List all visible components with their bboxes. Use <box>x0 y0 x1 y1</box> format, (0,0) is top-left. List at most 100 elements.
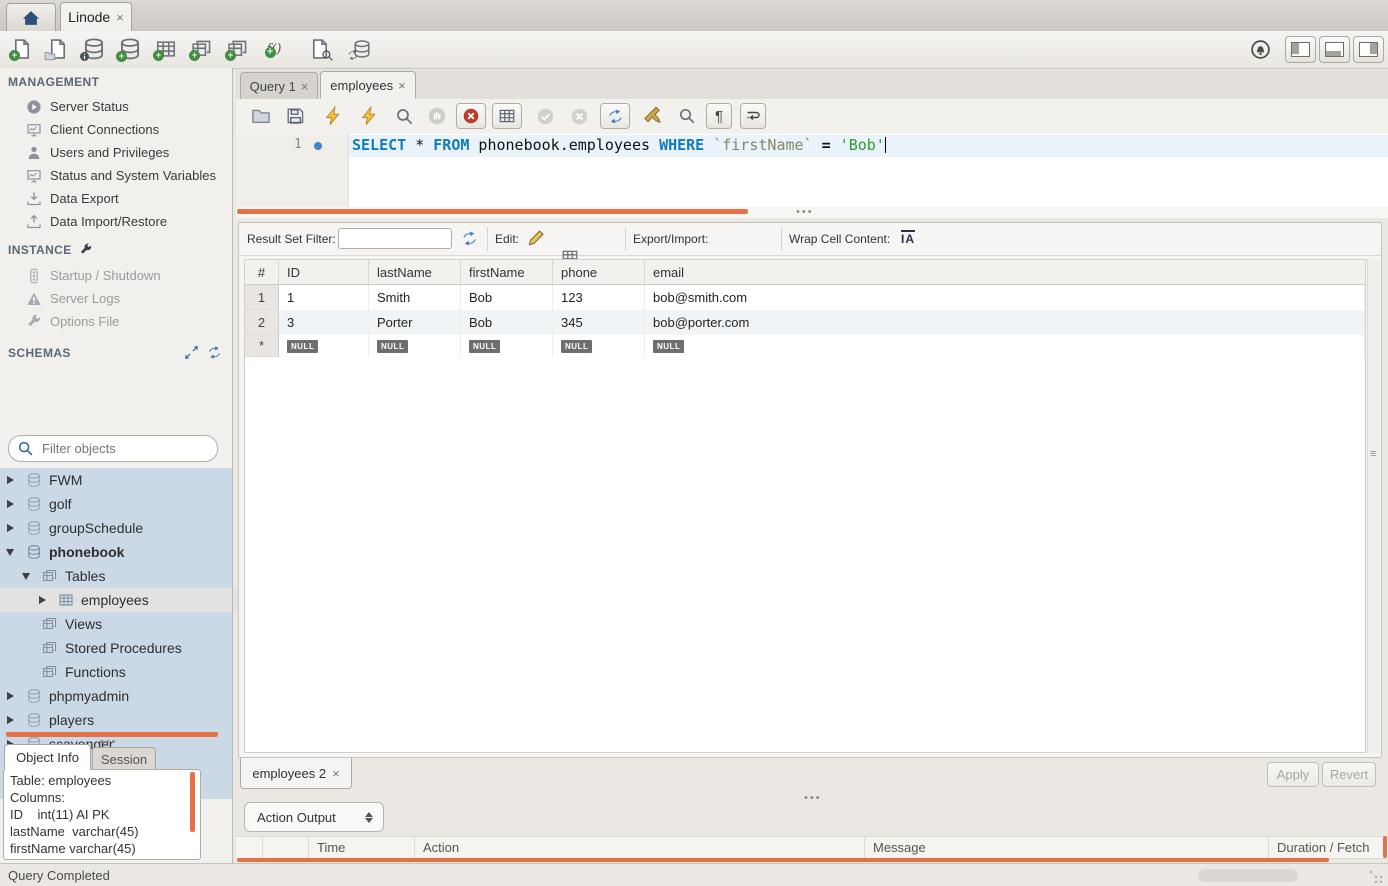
apply-button[interactable]: Apply <box>1267 762 1319 787</box>
cell-id[interactable]: 1 <box>279 285 369 310</box>
toggle-right-panel-button[interactable] <box>1353 36 1384 63</box>
statusbar-scrollbar-thumb[interactable] <box>1198 869 1298 882</box>
sidebar-item-users-privileges[interactable]: Users and Privileges <box>0 141 232 164</box>
execute-query-button[interactable] <box>320 103 346 129</box>
cell-id[interactable]: 3 <box>279 310 369 335</box>
schema-tree-item-tables[interactable]: Tables <box>0 564 248 588</box>
schema-inspector-button[interactable] <box>80 35 108 63</box>
cell-lastname[interactable]: Smith <box>369 285 461 310</box>
cell-null[interactable]: NULL <box>645 335 1365 357</box>
sidebar-item-options-file[interactable]: Options File <box>0 310 232 333</box>
sidebar-item-status-system-variables[interactable]: Status and System Variables <box>0 164 232 187</box>
chevron-right-icon[interactable] <box>7 524 14 532</box>
open-sql-script-button[interactable] <box>44 35 72 63</box>
cell-null[interactable]: NULL <box>553 335 645 357</box>
tab-session[interactable]: Session <box>92 747 156 770</box>
chevron-right-icon[interactable] <box>7 476 14 484</box>
tab-close-icon[interactable]: × <box>398 79 406 92</box>
sidebar-item-server-status[interactable]: Server Status <box>0 95 232 118</box>
sidebar-item-startup-shutdown[interactable]: Startup / Shutdown <box>0 264 232 287</box>
schemas-refresh-icon[interactable] <box>207 345 222 360</box>
create-view-button[interactable]: + <box>188 35 216 63</box>
result-grid-vertical-scrollbar[interactable]: ≡ <box>1367 259 1380 753</box>
cell-phone[interactable]: 345 <box>553 310 645 335</box>
chevron-right-icon[interactable] <box>7 716 14 724</box>
refresh-results-icon[interactable] <box>461 230 478 247</box>
output-splitter-grip[interactable]: ••• <box>804 795 822 801</box>
toggle-autocommit-button[interactable] <box>600 103 630 129</box>
column-header-message[interactable]: Message <box>864 837 1268 858</box>
sidebar-splitter-grip[interactable]: ••• <box>100 739 118 745</box>
toggle-stop-on-error-button[interactable] <box>456 103 486 129</box>
tab-close-icon[interactable]: × <box>332 767 340 780</box>
wrap-cell-content-toggle[interactable]: IA <box>901 230 915 246</box>
schema-tree-item-stored-procedures[interactable]: Stored Procedures <box>0 636 268 660</box>
column-header-action[interactable]: Action <box>414 837 864 858</box>
cell-null[interactable]: NULL <box>279 335 369 357</box>
create-table-button[interactable]: + <box>152 35 180 63</box>
sidebar-item-data-export[interactable]: Data Export <box>0 187 232 210</box>
column-header-rownum[interactable]: # <box>245 260 279 285</box>
connection-tab-close-icon[interactable]: × <box>116 11 124 24</box>
search-table-data-button[interactable] <box>306 35 334 63</box>
rollback-button[interactable] <box>566 103 592 129</box>
cell-null[interactable]: NULL <box>369 335 461 357</box>
cell-null[interactable]: NULL <box>461 335 553 357</box>
editor-horizontal-scrollbar[interactable] <box>237 209 748 214</box>
tab-employees-2[interactable]: employees 2 × <box>240 758 352 789</box>
tab-employees[interactable]: employees× <box>320 71 416 99</box>
create-schema-button[interactable]: + <box>116 35 144 63</box>
chevron-right-icon[interactable] <box>7 692 14 700</box>
notification-button[interactable] <box>1246 35 1274 63</box>
result-set-filter-input[interactable] <box>338 228 452 249</box>
column-header-duration-fetch[interactable]: Duration / Fetch <box>1268 837 1386 858</box>
action-output-selector[interactable]: Action Output <box>244 802 384 832</box>
schema-tree-item-phpmyadmin[interactable]: phpmyadmin <box>0 684 232 708</box>
cell-firstname[interactable]: Bob <box>461 285 553 310</box>
sql-editor[interactable]: 1 SELECT * FROM phonebook.employees WHER… <box>236 134 1388 207</box>
schema-tree-item-golf[interactable]: golf <box>0 492 232 516</box>
cell-phone[interactable]: 123 <box>553 285 645 310</box>
execute-current-statement-button[interactable] <box>356 103 382 129</box>
chevron-down-icon[interactable] <box>6 549 14 556</box>
toggle-bottom-panel-button[interactable] <box>1319 36 1350 63</box>
toggle-invisible-characters-button[interactable]: ¶ <box>706 103 732 129</box>
create-function-button[interactable]: f()+ <box>260 35 288 63</box>
window-resize-grip[interactable] <box>1368 869 1382 883</box>
cell-email[interactable]: bob@smith.com <box>645 285 1365 310</box>
tab-object-info[interactable]: Object Info <box>4 744 91 770</box>
revert-button[interactable]: Revert <box>1322 762 1376 787</box>
connection-tab[interactable]: Linode × <box>60 2 132 31</box>
toggle-word-wrap-button[interactable] <box>740 103 766 129</box>
chevron-right-icon[interactable] <box>7 500 14 508</box>
toggle-left-panel-button[interactable] <box>1285 36 1316 63</box>
sidebar-item-server-logs[interactable]: Server Logs <box>0 287 232 310</box>
column-header-lastname[interactable]: lastName <box>369 260 461 285</box>
chevron-down-icon[interactable] <box>22 573 30 580</box>
edit-record-button[interactable] <box>527 228 547 248</box>
schema-tree-item-functions[interactable]: Functions <box>0 660 268 684</box>
cell-firstname[interactable]: Bob <box>461 310 553 335</box>
schema-tree-item-phonebook[interactable]: phonebook <box>0 540 232 564</box>
tab-close-icon[interactable]: × <box>301 80 309 93</box>
sidebar-item-client-connections[interactable]: Client Connections <box>0 118 232 141</box>
column-header-time[interactable]: Time <box>308 837 414 858</box>
cell-email[interactable]: bob@porter.com <box>645 310 1365 335</box>
explain-query-button[interactable] <box>391 103 417 129</box>
schema-filter-input[interactable] <box>40 440 204 457</box>
stop-query-button[interactable] <box>424 103 450 129</box>
cell-lastname[interactable]: Porter <box>369 310 461 335</box>
new-query-tab-button[interactable]: + <box>8 35 36 63</box>
home-tab[interactable] <box>6 3 56 31</box>
find-button[interactable] <box>674 103 700 129</box>
sidebar-item-data-import[interactable]: Data Import/Restore <box>0 210 232 233</box>
schema-tree-item-views[interactable]: Views <box>0 612 268 636</box>
create-procedure-button[interactable]: + <box>224 35 252 63</box>
schema-tree-item-groupschedule[interactable]: groupSchedule <box>0 516 232 540</box>
save-script-button[interactable] <box>282 103 308 129</box>
beautify-sql-button[interactable] <box>640 103 666 129</box>
action-output-vertical-scrollbar[interactable] <box>1383 836 1387 858</box>
editor-result-splitter-grip[interactable]: ••• <box>796 209 814 215</box>
limit-rows-button[interactable] <box>492 103 522 129</box>
column-header-id[interactable]: ID <box>279 260 369 285</box>
